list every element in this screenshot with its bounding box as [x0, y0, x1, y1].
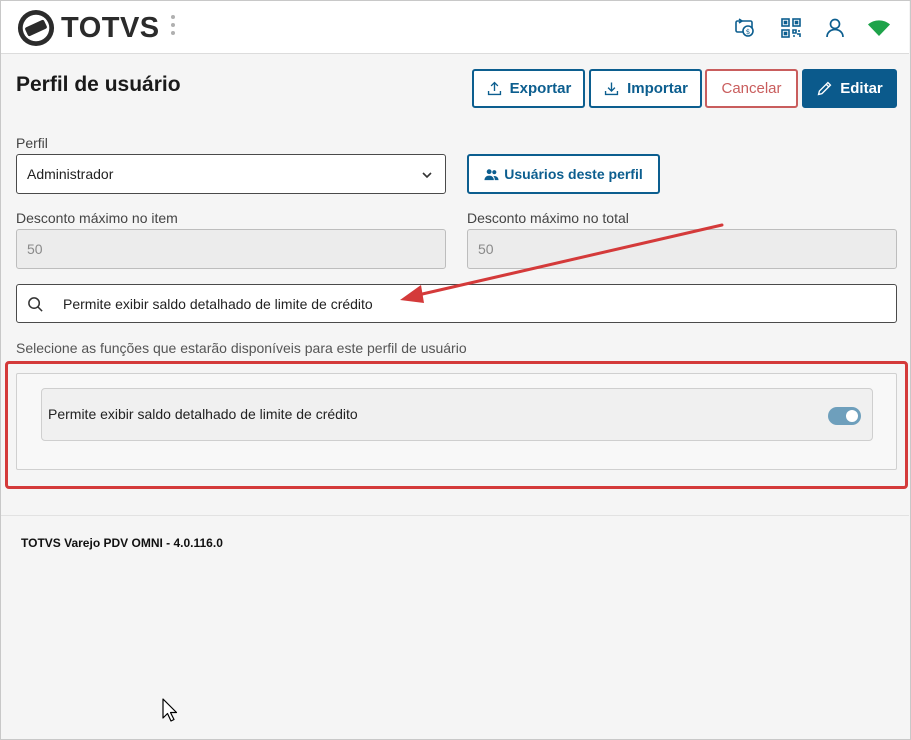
money-transfer-icon[interactable]: $: [733, 16, 757, 40]
totvs-logo[interactable]: TOTVS: [17, 9, 160, 47]
cancel-button-label: Cancelar: [721, 80, 782, 97]
export-button-label: Exportar: [509, 80, 572, 97]
function-search-input[interactable]: Permite exibir saldo detalhado de limite…: [16, 284, 897, 323]
functions-instructions: Selecione as funções que estarão disponí…: [16, 340, 467, 356]
totvs-logo-icon: [17, 9, 55, 47]
item-discount-label: Desconto máximo no item: [16, 210, 178, 226]
user-icon[interactable]: [823, 16, 847, 40]
upload-icon: [487, 81, 501, 96]
search-value: Permite exibir saldo detalhado de limite…: [63, 296, 373, 312]
profile-select-value: Administrador: [27, 166, 114, 182]
profile-users-button[interactable]: Usuários deste perfil: [467, 154, 660, 194]
total-discount-field: 50: [467, 229, 897, 269]
profile-label: Perfil: [16, 135, 48, 151]
item-discount-field: 50: [16, 229, 446, 269]
wifi-icon[interactable]: [867, 16, 891, 40]
cancel-button[interactable]: Cancelar: [705, 69, 798, 108]
qr-code-icon[interactable]: [779, 16, 803, 40]
footer-divider: [1, 515, 909, 516]
edit-button[interactable]: Editar: [802, 69, 897, 108]
item-discount-value: 50: [27, 241, 43, 257]
app-version: TOTVS Varejo PDV OMNI - 4.0.116.0: [21, 536, 223, 550]
page-title: Perfil de usuário: [16, 73, 181, 96]
profile-users-button-label: Usuários deste perfil: [504, 166, 643, 182]
total-discount-value: 50: [478, 241, 494, 257]
highlight-box: [5, 361, 908, 489]
import-button[interactable]: Importar: [589, 69, 702, 108]
app-header: TOTVS $: [1, 1, 909, 54]
svg-text:$: $: [746, 28, 750, 36]
profile-select[interactable]: Administrador: [16, 154, 446, 194]
chevron-down-icon: [422, 172, 432, 179]
search-icon: [28, 297, 43, 312]
export-button[interactable]: Exportar: [472, 69, 585, 108]
import-button-label: Importar: [627, 80, 688, 97]
download-icon: [604, 82, 619, 96]
brand-name: TOTVS: [61, 11, 160, 44]
pencil-icon: [817, 81, 832, 96]
mouse-cursor-icon: [162, 698, 178, 722]
total-discount-label: Desconto máximo no total: [467, 210, 629, 226]
more-options-icon[interactable]: [169, 15, 177, 41]
users-icon: [484, 168, 499, 180]
edit-button-label: Editar: [840, 80, 883, 97]
